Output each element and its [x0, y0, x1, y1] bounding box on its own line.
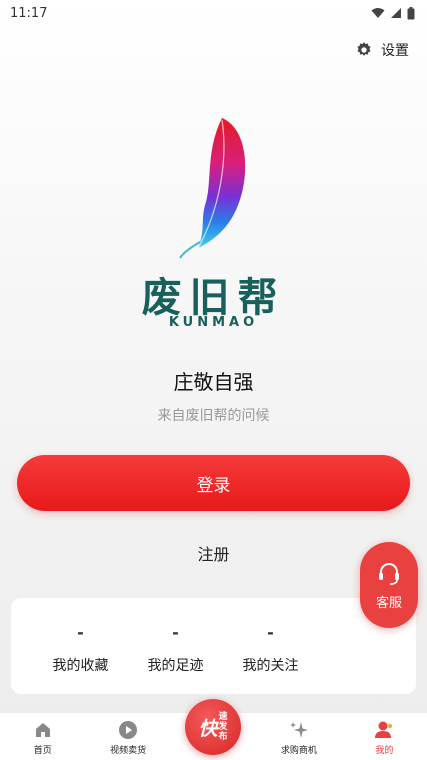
headset-icon	[379, 562, 399, 585]
tab-video-sales-label: 视频卖货	[110, 746, 147, 756]
settings-button[interactable]: 设置	[355, 40, 409, 60]
stat-footprints-value: -	[172, 623, 179, 642]
status-time: 11:17	[10, 5, 48, 21]
tab-mine-label: 我的	[375, 746, 394, 756]
quick-publish-button[interactable]: 快 速 发 布	[185, 699, 241, 755]
tab-video-sales[interactable]: 视频卖货	[85, 713, 170, 760]
stat-following[interactable]: - 我的关注	[223, 598, 318, 694]
greeting-title: 庄敬自强	[173, 370, 254, 394]
status-icons	[371, 6, 415, 20]
tab-purchase-leads[interactable]: 求购商机	[256, 713, 341, 760]
user-icon	[374, 720, 394, 740]
sparkle-icon	[289, 720, 309, 740]
battery-icon	[407, 6, 415, 19]
greeting-subtitle: 来自废旧帮的问候	[157, 408, 270, 424]
settings-label: 设置	[381, 43, 409, 59]
tab-purchase-leads-label: 求购商机	[280, 746, 317, 756]
publish-side-mid: 发	[218, 722, 228, 732]
status-bar: 11:17	[0, 0, 427, 26]
stat-favorites-value: -	[77, 623, 84, 642]
login-button[interactable]: 登录	[17, 455, 410, 511]
publish-side-bottom: 布	[218, 732, 228, 742]
publish-side-chars: 速 发 布	[219, 712, 228, 742]
wifi-icon	[371, 8, 385, 18]
tab-home-label: 首页	[33, 746, 52, 756]
stat-following-value: -	[267, 623, 274, 642]
brand-subtitle: KUNMAO	[168, 315, 259, 330]
brand-logo: 废旧帮 KUNMAO	[0, 110, 427, 340]
stat-favorites[interactable]: - 我的收藏	[33, 598, 128, 694]
home-icon	[33, 720, 53, 740]
customer-service-button[interactable]: 客服	[360, 542, 418, 628]
stat-footprints[interactable]: - 我的足迹	[128, 598, 223, 694]
tab-mine[interactable]: 我的	[342, 713, 427, 760]
feather-icon	[179, 118, 246, 259]
tab-home[interactable]: 首页	[0, 713, 85, 760]
stat-footprints-label: 我的足迹	[147, 658, 204, 674]
signal-icon	[391, 8, 401, 18]
stat-favorites-label: 我的收藏	[52, 658, 109, 674]
stat-following-label: 我的关注	[242, 658, 299, 674]
publish-main-char: 快	[198, 717, 218, 740]
customer-service-label: 客服	[375, 595, 402, 611]
play-icon	[118, 720, 138, 740]
publish-side-top: 速	[218, 712, 228, 722]
gear-icon	[357, 42, 371, 56]
stats-card: - 我的收藏 - 我的足迹 - 我的关注	[11, 598, 416, 694]
